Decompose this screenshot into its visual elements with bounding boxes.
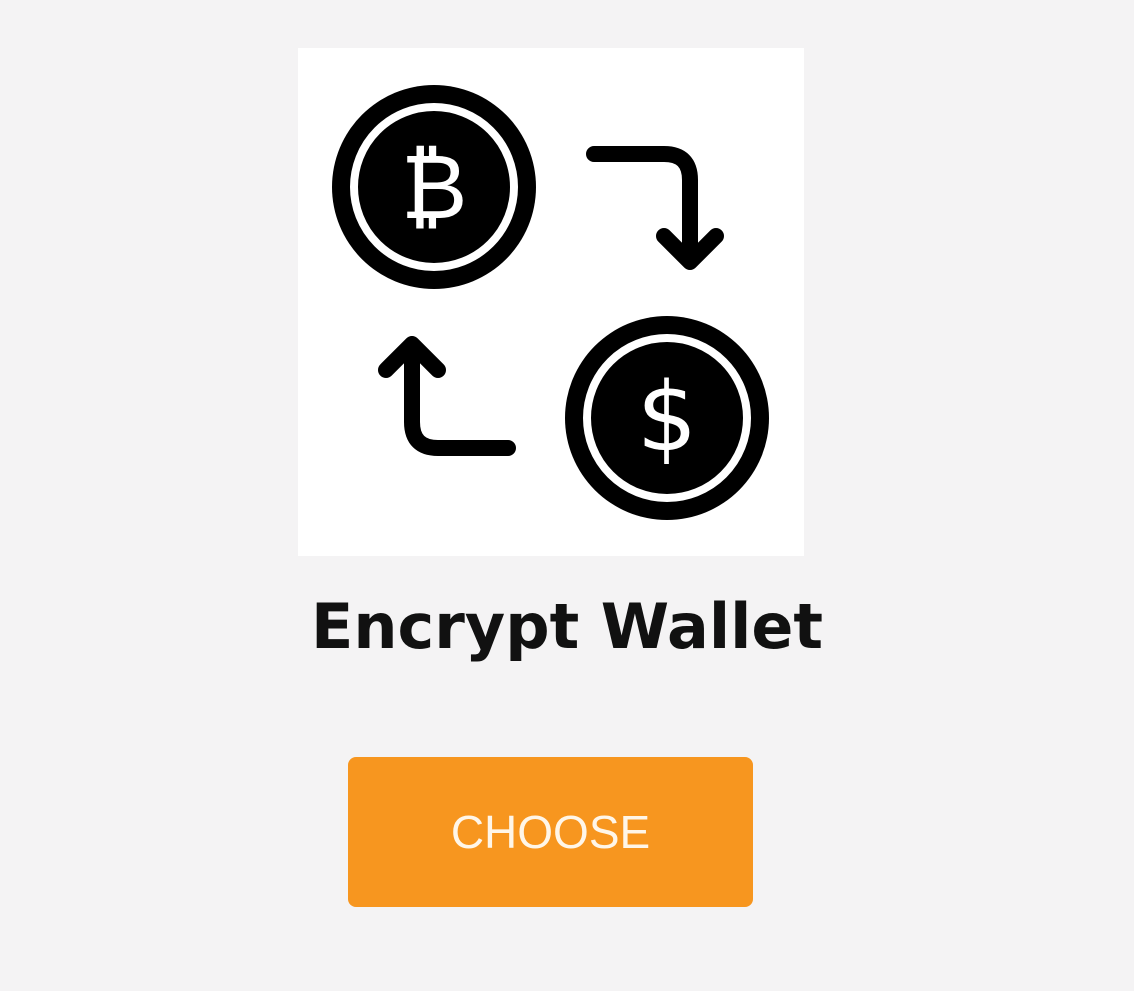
dollar-coin-icon: $	[565, 316, 769, 520]
arrow-right-down-icon	[586, 146, 724, 270]
card-title: Encrypt Wallet	[310, 590, 824, 663]
svg-text:$: $	[637, 363, 697, 473]
bitcoin-coin-icon: ₿	[332, 85, 536, 289]
svg-text:₿: ₿	[401, 135, 468, 240]
arrow-left-up-icon	[378, 336, 516, 456]
choose-button[interactable]: CHOOSE	[348, 757, 753, 907]
crypto-exchange-image: ₿ $	[298, 48, 804, 556]
